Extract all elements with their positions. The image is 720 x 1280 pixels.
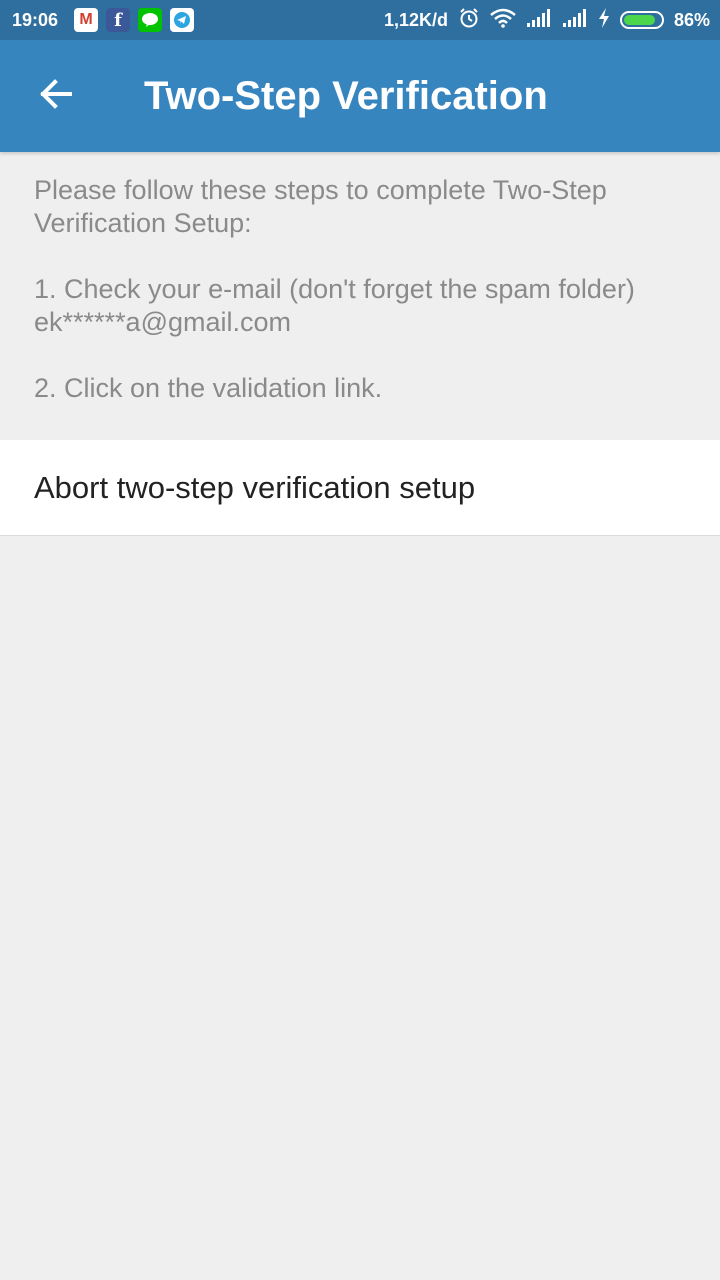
gmail-icon: M (74, 8, 99, 32)
status-bar: 19:06 M f 1,12K/d 86% (0, 0, 720, 40)
instructions-step-2: 2. Click on the validation link. (34, 373, 383, 403)
battery-fill (623, 15, 655, 25)
network-speed: 1,12K/d (383, 9, 448, 30)
alarm-icon (458, 7, 480, 34)
app-bar: Two-Step Verification (0, 40, 720, 152)
battery-percent: 86% (673, 9, 710, 30)
line-bubble-shape (142, 13, 159, 27)
instructions-step-1: 1. Check your e-mail (don't forget the s… (34, 274, 635, 304)
back-button[interactable] (0, 40, 112, 152)
line-icon (138, 8, 163, 32)
charging-icon (598, 7, 610, 33)
battery-icon (619, 11, 664, 29)
signal-icon-2 (562, 8, 588, 32)
page-title: Two-Step Verification (144, 74, 548, 118)
masked-email: ek******a@gmail.com (34, 307, 292, 337)
instructions-text: Please follow these steps to complete Tw… (34, 174, 694, 405)
telegram-icon (170, 8, 195, 32)
screen: 19:06 M f 1,12K/d 86% Two-Step Verificat… (0, 0, 720, 1280)
instructions-intro: Please follow these steps to complete Tw… (34, 175, 607, 238)
telegram-plane-shape (174, 12, 191, 28)
abort-setup-label: Abort two-step verification setup (34, 470, 476, 505)
status-right: 1,12K/d 86% (384, 7, 710, 34)
abort-setup-button[interactable]: Abort two-step verification setup (0, 440, 720, 536)
signal-icon-1 (526, 8, 552, 32)
status-left: 19:06 M f (12, 8, 195, 32)
status-time: 19:06 (12, 9, 59, 30)
wifi-icon (490, 8, 516, 33)
facebook-icon: f (106, 8, 131, 32)
arrow-left-icon (38, 76, 74, 117)
